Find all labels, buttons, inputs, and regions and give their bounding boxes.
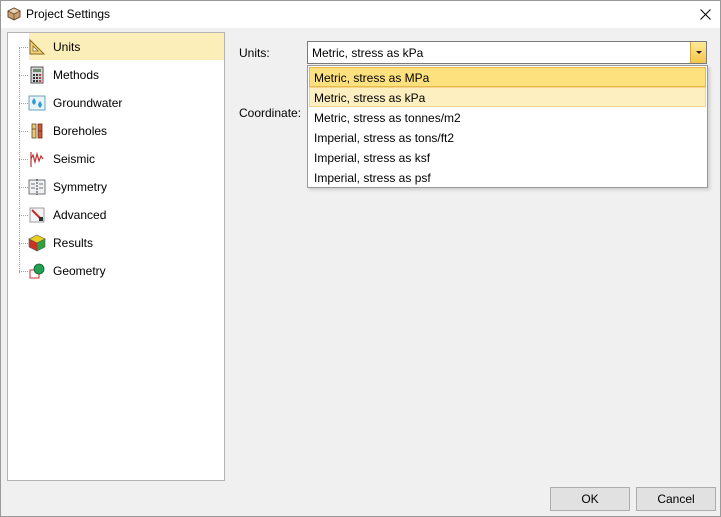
tree-item-label: Results — [53, 236, 94, 250]
tree-item-label: Geometry — [53, 264, 106, 278]
tree-item-label: Symmetry — [53, 180, 107, 194]
project-settings-icon — [7, 7, 21, 21]
tree-item-methods[interactable]: Methods — [8, 61, 224, 89]
units-select[interactable]: Metric, stress as kPa — [307, 41, 707, 64]
tree-item-results[interactable]: Results — [8, 229, 224, 257]
units-dropdown-list: Metric, stress as MPa Metric, stress as … — [307, 65, 708, 188]
dropdown-arrow-button[interactable] — [690, 42, 706, 63]
units-select-value: Metric, stress as kPa — [312, 46, 424, 60]
seismic-wave-icon — [30, 151, 44, 167]
results-cube-icon — [28, 234, 46, 252]
dropdown-option[interactable]: Imperial, stress as tons/ft2 — [309, 127, 706, 147]
dropdown-option[interactable]: Imperial, stress as psf — [309, 167, 706, 187]
tree-item-seismic[interactable]: Seismic — [8, 145, 224, 173]
dialog-title: Project Settings — [26, 7, 111, 21]
tree-item-label: Units — [53, 40, 81, 54]
units-label: Units: — [239, 46, 270, 60]
dropdown-option[interactable]: Metric, stress as MPa — [309, 67, 706, 87]
tree-item-label: Boreholes — [53, 124, 108, 138]
chevron-down-icon — [696, 51, 702, 54]
water-drops-icon — [28, 95, 46, 111]
tree-item-groundwater[interactable]: Groundwater — [8, 89, 224, 117]
calculator-icon — [30, 66, 44, 84]
settings-tree: Units Methods Groundwater Boreholes Seis… — [7, 32, 225, 481]
symmetry-icon — [28, 179, 46, 195]
tree-item-label: Methods — [53, 68, 100, 82]
borehole-icon — [31, 123, 43, 139]
tree-item-label: Seismic — [53, 152, 96, 166]
tree-item-advanced[interactable]: Advanced — [8, 201, 224, 229]
tree-item-label: Groundwater — [53, 96, 123, 110]
close-button[interactable] — [690, 1, 720, 28]
coordinate-label: Coordinate: — [239, 106, 302, 120]
ruler-triangle-icon — [29, 38, 46, 55]
geometry-icon — [29, 263, 45, 279]
title-bar: Project Settings — [1, 1, 720, 28]
tree-item-boreholes[interactable]: Boreholes — [8, 117, 224, 145]
close-icon — [699, 9, 711, 20]
tree-item-geometry[interactable]: Geometry — [8, 257, 224, 285]
dropdown-option[interactable]: Imperial, stress as ksf — [309, 147, 706, 167]
tree-item-label: Advanced — [53, 208, 107, 222]
project-settings-dialog: Project Settings Units Methods Groundwat… — [0, 0, 721, 517]
tree-item-symmetry[interactable]: Symmetry — [8, 173, 224, 201]
dropdown-option[interactable]: Metric, stress as tonnes/m2 — [309, 107, 706, 127]
tree-item-units[interactable]: Units — [8, 33, 224, 61]
advanced-tool-icon — [29, 207, 45, 223]
ok-button[interactable]: OK — [550, 487, 630, 511]
cancel-button[interactable]: Cancel — [636, 487, 716, 511]
dropdown-option[interactable]: Metric, stress as kPa — [309, 87, 706, 107]
